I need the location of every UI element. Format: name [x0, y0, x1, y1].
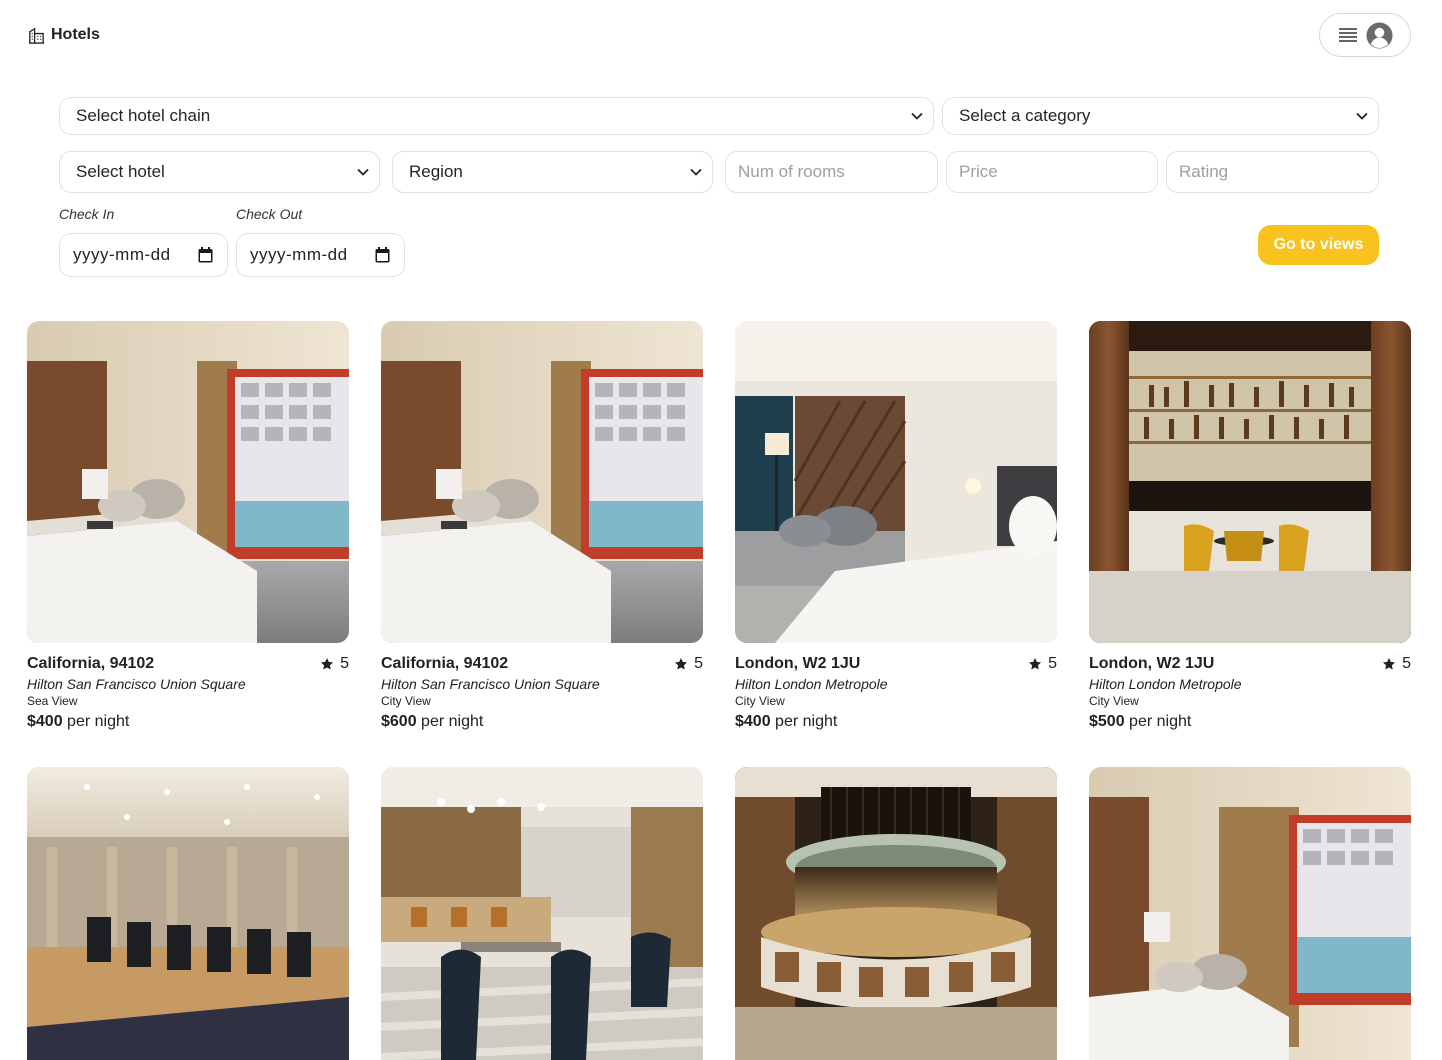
- card-price: $400 per night: [27, 713, 349, 731]
- card-rating-value: 5: [340, 655, 349, 672]
- hotel-room-image[interactable]: [381, 321, 703, 643]
- hamburger-menu-icon: [1338, 28, 1357, 42]
- check-in-date-input[interactable]: yyyy-mm-dd: [59, 233, 228, 277]
- hotel-room-image[interactable]: [27, 321, 349, 643]
- hotel-select[interactable]: Select hotel: [59, 151, 380, 193]
- card-rating-value: 5: [1402, 655, 1411, 672]
- card-price: $600 per night: [381, 713, 703, 731]
- hotel-card[interactable]: London, W2 1JU 5 Hilton London Metropole…: [1089, 321, 1411, 731]
- num-rooms-input[interactable]: Num of rooms: [725, 151, 938, 193]
- check-out-label: Check Out: [236, 206, 303, 222]
- category-select-value: Select a category: [959, 106, 1091, 125]
- card-price-amount: $600: [381, 713, 417, 730]
- card-rating: 5: [674, 655, 703, 673]
- hotel-round-bar-image[interactable]: [735, 767, 1057, 1060]
- price-input[interactable]: Price: [946, 151, 1158, 193]
- category-select[interactable]: Select a category: [942, 97, 1379, 135]
- card-category: Sea View: [27, 694, 78, 708]
- hotel-card[interactable]: London, W2 1JU 5 Hilton London Metropole…: [735, 321, 1057, 731]
- card-category: City View: [1089, 694, 1139, 708]
- chevron-down-icon: [357, 168, 369, 176]
- chevron-down-icon: [911, 112, 923, 120]
- star-icon: [321, 658, 334, 670]
- hotel-cafe-image[interactable]: [381, 767, 703, 1060]
- hotel-card[interactable]: California, 94102 5 Hilton San Francisco…: [381, 321, 703, 731]
- hotel-card[interactable]: [381, 767, 703, 1060]
- card-price-suffix: per night: [775, 713, 838, 730]
- price-placeholder: Price: [959, 162, 998, 181]
- brand-name: Hotels: [51, 26, 100, 43]
- card-rating: 5: [1028, 655, 1057, 673]
- card-price-suffix: per night: [67, 713, 130, 730]
- hotel-chain-select[interactable]: Select hotel chain: [59, 97, 934, 135]
- card-price-amount: $500: [1089, 713, 1125, 730]
- card-hotel-name: Hilton London Metropole: [735, 676, 888, 692]
- hotel-building-icon: [28, 27, 45, 44]
- card-rating: 5: [1382, 655, 1411, 673]
- go-to-views-button[interactable]: Go to views: [1258, 225, 1379, 265]
- star-icon: [675, 658, 688, 670]
- hotel-card[interactable]: California, 94102 5 Hilton San Francisco…: [27, 321, 349, 731]
- card-hotel-name: Hilton London Metropole: [1089, 676, 1242, 692]
- card-price-suffix: per night: [1129, 713, 1192, 730]
- card-hotel-name: Hilton San Francisco Union Square: [381, 676, 600, 692]
- card-location: London, W2 1JU: [1089, 655, 1215, 672]
- card-location: London, W2 1JU: [735, 655, 861, 672]
- card-price: $500 per night: [1089, 713, 1411, 731]
- rating-input[interactable]: Rating: [1166, 151, 1379, 193]
- rating-placeholder: Rating: [1179, 162, 1229, 181]
- card-rating-value: 5: [1048, 655, 1057, 672]
- num-rooms-placeholder: Num of rooms: [738, 162, 845, 181]
- card-hotel-name: Hilton San Francisco Union Square: [27, 676, 246, 692]
- check-in-date-value: yyyy-mm-dd: [73, 245, 171, 264]
- star-icon: [1383, 658, 1396, 670]
- card-rating: 5: [320, 655, 349, 673]
- user-avatar-icon: [1365, 21, 1393, 49]
- hotel-card[interactable]: [735, 767, 1057, 1060]
- check-in-label: Check In: [59, 206, 115, 222]
- hotel-bar-image[interactable]: [1089, 321, 1411, 643]
- calendar-icon[interactable]: [375, 247, 390, 263]
- hotel-gym-image[interactable]: [27, 767, 349, 1060]
- card-location: California, 94102: [27, 655, 155, 672]
- card-location: California, 94102: [381, 655, 509, 672]
- hotel-card[interactable]: [27, 767, 349, 1060]
- user-menu-button[interactable]: [1319, 13, 1411, 57]
- region-select-value: Region: [409, 162, 463, 181]
- chevron-down-icon: [1356, 112, 1368, 120]
- brand-logo[interactable]: Hotels: [27, 24, 100, 46]
- hotel-room-image[interactable]: [735, 321, 1057, 643]
- card-category: City View: [381, 694, 431, 708]
- card-price-amount: $400: [27, 713, 63, 730]
- hotel-card[interactable]: [1089, 767, 1411, 1060]
- calendar-icon[interactable]: [198, 247, 213, 263]
- card-price-amount: $400: [735, 713, 771, 730]
- hotel-select-value: Select hotel: [76, 162, 165, 181]
- hotel-chain-select-value: Select hotel chain: [76, 106, 211, 125]
- region-select[interactable]: Region: [392, 151, 713, 193]
- card-price: $400 per night: [735, 713, 1057, 731]
- hotel-room-image[interactable]: [1089, 767, 1411, 1060]
- star-icon: [1029, 658, 1042, 670]
- check-out-date-input[interactable]: yyyy-mm-dd: [236, 233, 405, 277]
- chevron-down-icon: [690, 168, 702, 176]
- check-out-date-value: yyyy-mm-dd: [250, 245, 348, 264]
- card-price-suffix: per night: [421, 713, 484, 730]
- card-rating-value: 5: [694, 655, 703, 672]
- card-category: City View: [735, 694, 785, 708]
